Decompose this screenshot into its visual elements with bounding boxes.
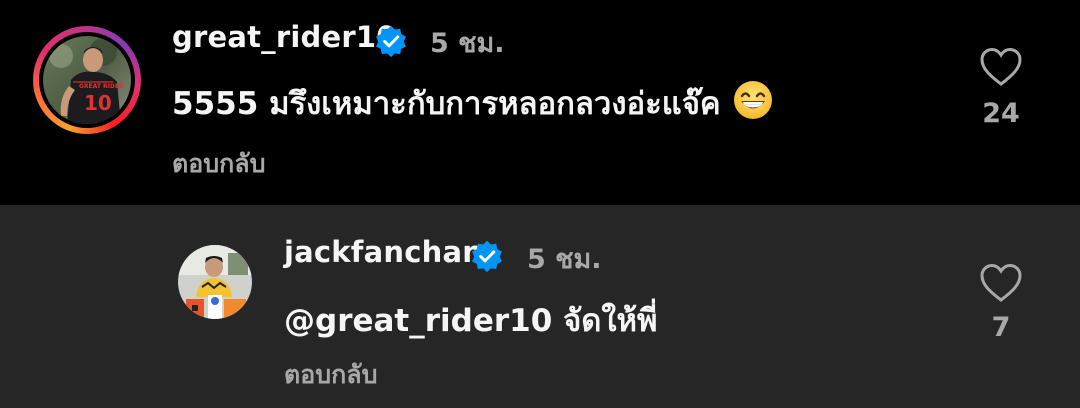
comment-timestamp: 5 ชม. [430,28,505,59]
comment-jackfanchan: jackfanchan 5 ชม. @great_rider10 จัดให้พ… [0,205,1080,408]
comment-text: @great_rider10 จัดให้พี่ [284,303,658,339]
avatar-great-rider10[interactable]: GREAT RIDER 10 [43,36,131,124]
comment-great-rider10: GREAT RIDER 10 great_rider10 5 ชม. 5555 … [0,0,1080,205]
avatar-jackfanchan[interactable] [178,245,252,319]
grinning-face-icon [733,81,772,119]
comment-text-content: 5555 มรึงเหมาะกับการหลอกลวงอ่ะแจ๊ค [172,86,721,122]
verified-badge-icon [376,25,406,58]
comment-text: 5555 มรึงเหมาะกับการหลอกลวงอ่ะแจ๊ค [172,78,773,128]
heart-icon[interactable] [979,263,1023,303]
like-count: 24 [982,98,1020,129]
jersey-number: 10 [84,91,112,115]
jersey-text: GREAT RIDER [79,83,124,90]
like-count: 7 [991,312,1011,343]
avatar-photo [178,245,252,319]
heart-icon[interactable] [979,47,1023,87]
reply-button[interactable]: ตอบกลับ [284,355,377,395]
comment-username[interactable]: great_rider10 [172,20,397,54]
verified-badge-icon [472,240,502,273]
comment-timestamp: 5 ชม. [527,244,602,275]
comment-username[interactable]: jackfanchan [284,235,483,269]
avatar-photo: GREAT RIDER 10 [43,36,131,124]
reply-button[interactable]: ตอบกลับ [172,144,265,184]
